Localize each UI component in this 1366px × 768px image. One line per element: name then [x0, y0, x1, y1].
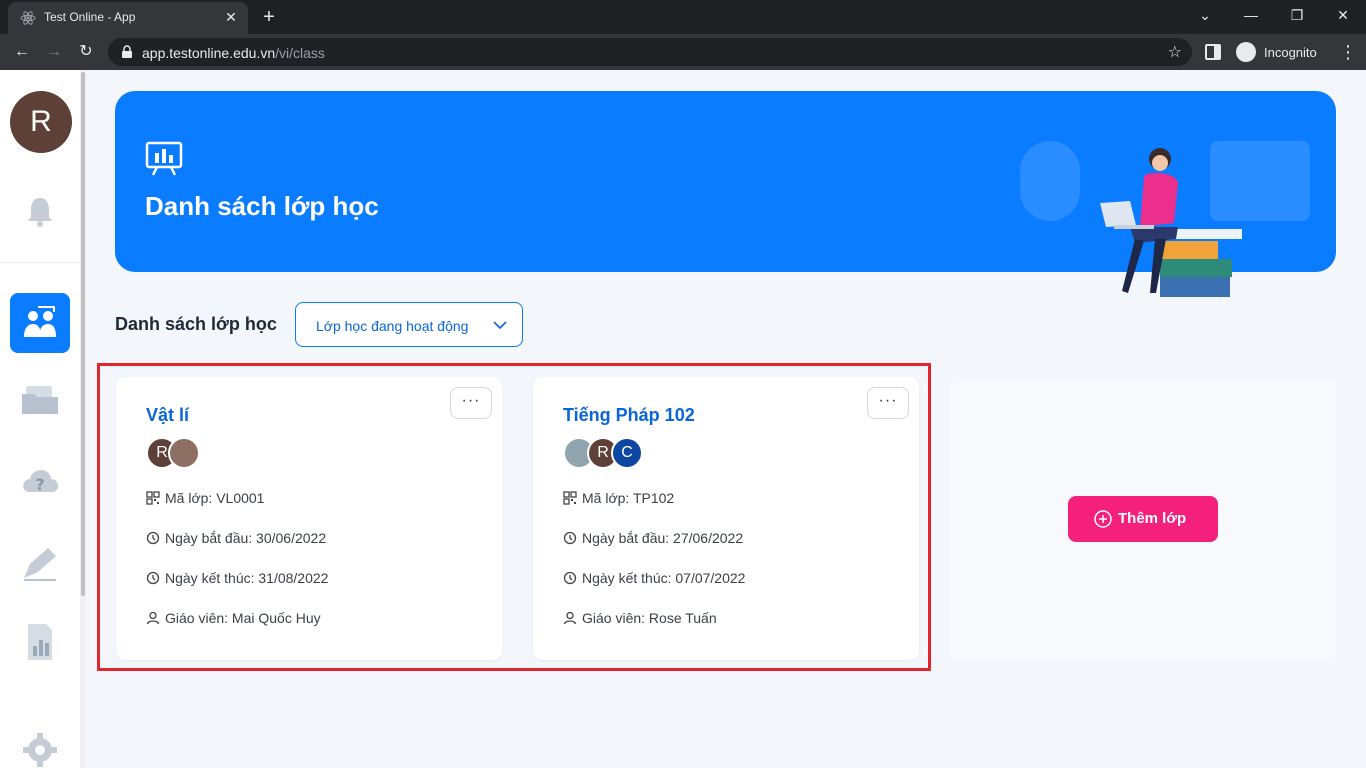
class-code: Mã lớp: VL0001	[146, 490, 264, 506]
sidebar-divider	[0, 262, 80, 263]
qr-code-icon	[563, 491, 577, 505]
start-date-text: Ngày bắt đầu: 27/06/2022	[582, 530, 744, 546]
incognito-label: Incognito	[1264, 45, 1317, 60]
card-more-button[interactable]: ···	[867, 387, 909, 419]
class-end-date: Ngày kết thúc: 31/08/2022	[146, 570, 328, 586]
react-logo-icon	[20, 11, 36, 25]
clock-icon	[563, 531, 577, 545]
sidebar-item-classes[interactable]	[10, 293, 70, 353]
browser-toolbar: ← → ↻ app.testonline.edu.vn/vi/class ☆ I…	[0, 34, 1366, 70]
pen-icon[interactable]	[20, 544, 60, 584]
class-card[interactable]: ··· Tiếng Pháp 102 R C Mã lớp: TP102 Ngà…	[533, 377, 919, 660]
tab-close-icon[interactable]: ✕	[222, 8, 240, 26]
woman-reading-illustration	[1020, 141, 1310, 297]
bookmark-star-icon[interactable]: ☆	[1168, 42, 1182, 62]
clock-icon	[563, 571, 577, 585]
cloud-question-icon[interactable]: ?	[20, 462, 60, 502]
browser-tabbar: Test Online - App ✕ + ⌄ — ❐ ✕	[0, 0, 1366, 34]
report-icon[interactable]	[20, 622, 60, 662]
tab-title: Test Online - App	[44, 10, 136, 24]
sidebar-scrollbar-thumb[interactable]	[81, 72, 85, 596]
class-code-text: Mã lớp: VL0001	[165, 490, 265, 506]
chevron-down-icon	[493, 321, 507, 330]
class-code-text: Mã lớp: TP102	[582, 490, 675, 506]
tab-search-icon[interactable]: ⌄	[1182, 0, 1228, 32]
svg-text:?: ?	[35, 475, 44, 494]
minimize-icon[interactable]: —	[1228, 0, 1274, 32]
card-more-button[interactable]: ···	[450, 387, 492, 419]
user-icon	[563, 611, 577, 625]
avatar: C	[611, 437, 643, 469]
lock-icon	[122, 45, 132, 58]
url-text: app.testonline.edu.vn/vi/class	[142, 45, 325, 61]
plus-circle-icon	[1094, 510, 1112, 528]
bell-icon[interactable]	[20, 192, 60, 232]
dropdown-selected-value: Lớp học đang hoạt động	[316, 318, 469, 334]
class-card[interactable]: ··· Vật lí R Mã lớp: VL0001 Ngày bắt đầu…	[116, 377, 502, 660]
start-date-text: Ngày bắt đầu: 30/06/2022	[165, 530, 327, 546]
class-start-date: Ngày bắt đầu: 30/06/2022	[146, 530, 326, 546]
browser-tab[interactable]: Test Online - App ✕	[8, 2, 248, 34]
section-title: Danh sách lớp học	[115, 314, 277, 334]
end-date-text: Ngày kết thúc: 07/07/2022	[582, 570, 746, 586]
class-status-dropdown[interactable]: Lớp học đang hoạt động	[295, 302, 523, 347]
clock-icon	[146, 531, 160, 545]
page-banner: Danh sách lớp học	[115, 91, 1336, 297]
classroom-icon	[24, 306, 56, 337]
side-panel-icon[interactable]	[1204, 43, 1222, 61]
class-teacher: Giáo viên: Rose Tuấn	[563, 610, 717, 626]
gear-icon[interactable]	[20, 730, 60, 768]
class-end-date: Ngày kết thúc: 07/07/2022	[563, 570, 745, 586]
folder-icon[interactable]	[20, 380, 60, 420]
new-tab-icon[interactable]: +	[258, 6, 280, 28]
teacher-text: Giáo viên: Mai Quốc Huy	[165, 610, 321, 626]
incognito-icon	[1236, 42, 1256, 62]
end-date-text: Ngày kết thúc: 31/08/2022	[165, 570, 329, 586]
app-sidebar: R ?	[0, 70, 80, 768]
user-avatar[interactable]: R	[10, 91, 72, 153]
avatar	[168, 437, 200, 469]
forward-icon[interactable]: →	[42, 40, 66, 64]
address-bar[interactable]: app.testonline.edu.vn/vi/class ☆	[108, 38, 1192, 66]
clock-icon	[146, 571, 160, 585]
class-title[interactable]: Tiếng Pháp 102	[563, 405, 695, 426]
presentation-icon	[145, 141, 183, 176]
reload-icon[interactable]: ↻	[74, 40, 98, 64]
page-title: Danh sách lớp học	[145, 191, 379, 221]
add-class-label: Thêm lớp	[1118, 510, 1187, 527]
class-code: Mã lớp: TP102	[563, 490, 674, 506]
restore-icon[interactable]: ❐	[1274, 0, 1320, 32]
qr-code-icon	[146, 491, 160, 505]
add-class-button[interactable]: Thêm lớp	[1068, 496, 1218, 542]
class-start-date: Ngày bắt đầu: 27/06/2022	[563, 530, 743, 546]
add-class-panel: Thêm lớp	[949, 377, 1336, 660]
class-teacher: Giáo viên: Mai Quốc Huy	[146, 610, 321, 626]
incognito-indicator[interactable]: Incognito	[1232, 39, 1326, 65]
user-icon	[146, 611, 160, 625]
teacher-text: Giáo viên: Rose Tuấn	[582, 610, 717, 626]
class-title[interactable]: Vật lí	[146, 405, 189, 426]
close-window-icon[interactable]: ✕	[1320, 0, 1366, 32]
back-icon[interactable]: ←	[10, 40, 34, 64]
browser-menu-icon[interactable]: ⋮	[1338, 42, 1358, 62]
